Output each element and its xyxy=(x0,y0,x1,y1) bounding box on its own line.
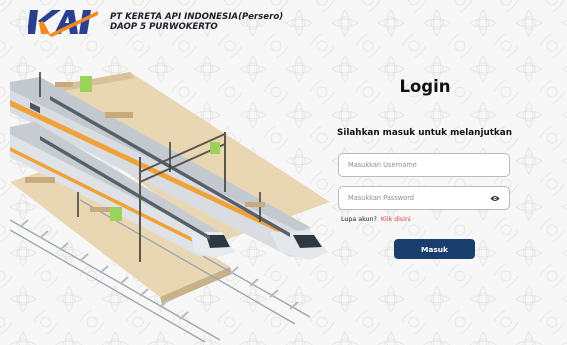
forgot-account: Lupa akun? Klik disini xyxy=(341,216,411,223)
forgot-text: Lupa akun? xyxy=(341,216,377,223)
company-line-1: PT KERETA API INDONESIA(Persero) xyxy=(110,12,284,22)
login-subtitle: Silahkan masuk untuk melanjutkan xyxy=(337,128,512,138)
eye-icon[interactable] xyxy=(490,194,500,203)
username-field[interactable] xyxy=(338,153,510,177)
login-title: Login xyxy=(399,77,451,96)
password-input[interactable] xyxy=(348,194,500,202)
login-button[interactable]: Masuk xyxy=(394,239,475,259)
password-field[interactable] xyxy=(338,186,510,210)
company-name: PT KERETA API INDONESIA(Persero) DAOP 5 … xyxy=(110,12,283,32)
company-line-2: DAOP 5 PURWOKERTO xyxy=(110,22,218,32)
train-station-illustration xyxy=(10,72,330,342)
header: PT KERETA API INDONESIA(Persero) DAOP 5 … xyxy=(28,6,283,38)
kai-logo xyxy=(28,10,98,37)
username-input[interactable] xyxy=(348,161,500,169)
forgot-link[interactable]: Klik disini xyxy=(381,216,411,223)
